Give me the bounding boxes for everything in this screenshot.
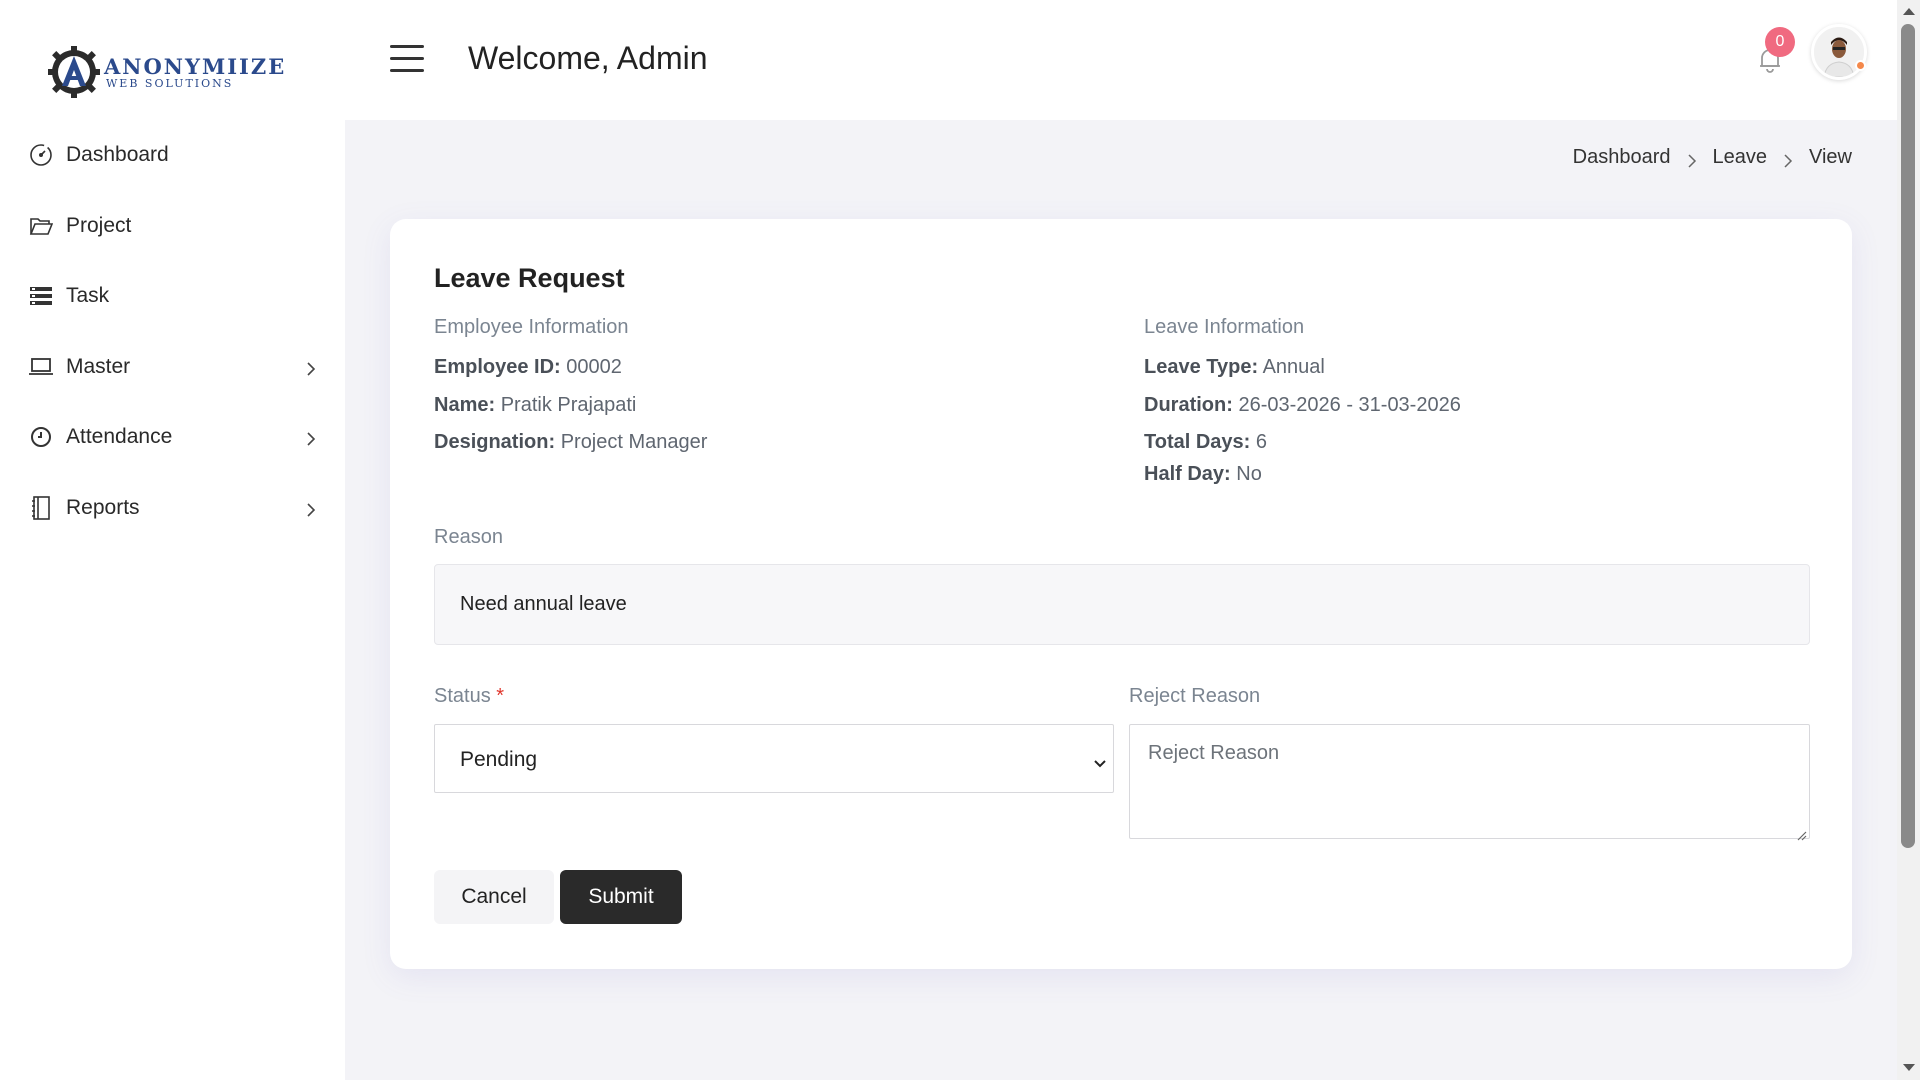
leave-type-value: Annual xyxy=(1262,356,1325,378)
reject-reason-label: Reject Reason xyxy=(1129,685,1261,707)
sidebar-item-master[interactable]: Master xyxy=(0,332,345,403)
breadcrumb: Dashboard Leave View xyxy=(1573,146,1852,169)
user-avatar[interactable] xyxy=(1811,24,1867,80)
reject-reason-placeholder: Reject Reason xyxy=(1148,742,1280,764)
online-status-dot xyxy=(1855,60,1866,71)
leave-total-days-label: Total Days: xyxy=(1144,431,1251,453)
breadcrumb-dashboard[interactable]: Dashboard xyxy=(1573,146,1671,169)
leave-type-line: Leave Type: Annual xyxy=(1144,356,1325,379)
employee-designation-line: Designation: Project Manager xyxy=(434,431,707,454)
clock-icon xyxy=(28,424,54,450)
notebook-icon xyxy=(28,495,54,521)
welcome-title: Welcome, Admin xyxy=(468,40,708,76)
tasks-list-icon xyxy=(28,283,54,309)
resize-grip-icon[interactable] xyxy=(1795,824,1807,841)
status-label: Status * xyxy=(434,685,504,708)
leave-duration-value: 26-03-2026 - 31-03-2026 xyxy=(1238,394,1461,416)
chevron-right-icon xyxy=(303,359,319,376)
leave-duration-label: Duration: xyxy=(1144,394,1233,416)
gear-logo-icon xyxy=(46,44,102,100)
scroll-down-arrow-icon[interactable] xyxy=(1903,1064,1915,1071)
leave-duration-line: Duration: 26-03-2026 - 31-03-2026 xyxy=(1144,394,1461,417)
employee-name-value: Pratik Prajapati xyxy=(500,394,637,416)
chevron-right-icon xyxy=(303,500,319,517)
leave-type-label: Leave Type: xyxy=(1144,356,1259,378)
breadcrumb-view: View xyxy=(1809,146,1852,168)
sidebar-item-reports[interactable]: Reports xyxy=(0,473,345,544)
leave-half-day-value: No xyxy=(1236,463,1262,485)
chevron-right-icon xyxy=(303,429,319,446)
employee-id-value: 00002 xyxy=(566,356,622,378)
scroll-up-arrow-icon[interactable] xyxy=(1903,8,1915,15)
chevron-right-icon xyxy=(1781,151,1795,168)
breadcrumb-leave[interactable]: Leave xyxy=(1713,146,1768,169)
leave-half-day-label: Half Day: xyxy=(1144,463,1231,485)
notification-count-badge: 0 xyxy=(1765,27,1795,57)
reason-value-box: Need annual leave xyxy=(434,564,1810,645)
reason-label: Reason xyxy=(434,526,503,548)
page-scrollbar[interactable] xyxy=(1897,0,1920,1080)
sidebar-nav: Dashboard Project Task Master Attendance… xyxy=(0,120,345,543)
sidebar-item-label: Project xyxy=(66,213,132,237)
card-title: Leave Request xyxy=(434,263,625,293)
submit-button[interactable]: Submit xyxy=(560,870,682,924)
reject-reason-textarea[interactable]: Reject Reason xyxy=(1129,724,1810,841)
brand-title: ANONYMIIZE xyxy=(104,53,287,79)
brand-subtitle: WEB SOLUTIONS xyxy=(106,76,234,90)
menu-toggle-icon[interactable] xyxy=(390,45,424,73)
status-selected-value: Pending xyxy=(460,748,538,771)
employee-designation-label: Designation: xyxy=(434,431,556,453)
laptop-icon xyxy=(28,354,54,380)
dashboard-gauge-icon xyxy=(28,142,54,168)
leave-info-heading: Leave Information xyxy=(1144,316,1305,338)
employee-name-line: Name: Pratik Prajapati xyxy=(434,394,636,417)
employee-designation-value: Project Manager xyxy=(560,431,708,453)
employee-name-label: Name: xyxy=(434,394,496,416)
status-select[interactable]: Pending xyxy=(434,724,1114,793)
sidebar-item-dashboard[interactable]: Dashboard xyxy=(0,120,345,191)
leave-total-days-line: Total Days: 6 xyxy=(1144,431,1267,454)
scrollbar-thumb[interactable] xyxy=(1901,24,1915,848)
employee-info-heading: Employee Information xyxy=(434,316,629,338)
required-asterisk: * xyxy=(496,685,505,707)
chevron-down-icon xyxy=(1093,752,1107,768)
brand-logo[interactable]: ANONYMIIZE WEB SOLUTIONS xyxy=(46,44,286,100)
leave-request-card: Leave Request Employee Information Emplo… xyxy=(390,219,1852,969)
folder-open-icon xyxy=(28,213,54,239)
sidebar-item-label: Attendance xyxy=(66,425,173,449)
top-header: Welcome, Admin 0 xyxy=(345,0,1897,120)
sidebar-item-attendance[interactable]: Attendance xyxy=(0,402,345,473)
sidebar-item-label: Dashboard xyxy=(66,143,169,167)
employee-id-label: Employee ID: xyxy=(434,356,561,378)
sidebar-item-label: Master xyxy=(66,354,131,378)
sidebar-item-label: Task xyxy=(66,284,110,308)
sidebar-item-label: Reports xyxy=(66,495,140,519)
employee-id-line: Employee ID: 00002 xyxy=(434,356,622,379)
sidebar: ANONYMIIZE WEB SOLUTIONS Dashboard Proje… xyxy=(0,0,345,1080)
leave-half-day-line: Half Day: No xyxy=(1144,463,1262,486)
sidebar-item-task[interactable]: Task xyxy=(0,261,345,332)
sidebar-item-project[interactable]: Project xyxy=(0,191,345,262)
cancel-button[interactable]: Cancel xyxy=(434,870,554,924)
leave-total-days-value: 6 xyxy=(1255,431,1268,453)
brand-text: ANONYMIIZE WEB SOLUTIONS xyxy=(104,56,286,89)
chevron-right-icon xyxy=(1685,151,1699,168)
status-label-text: Status xyxy=(434,685,491,707)
